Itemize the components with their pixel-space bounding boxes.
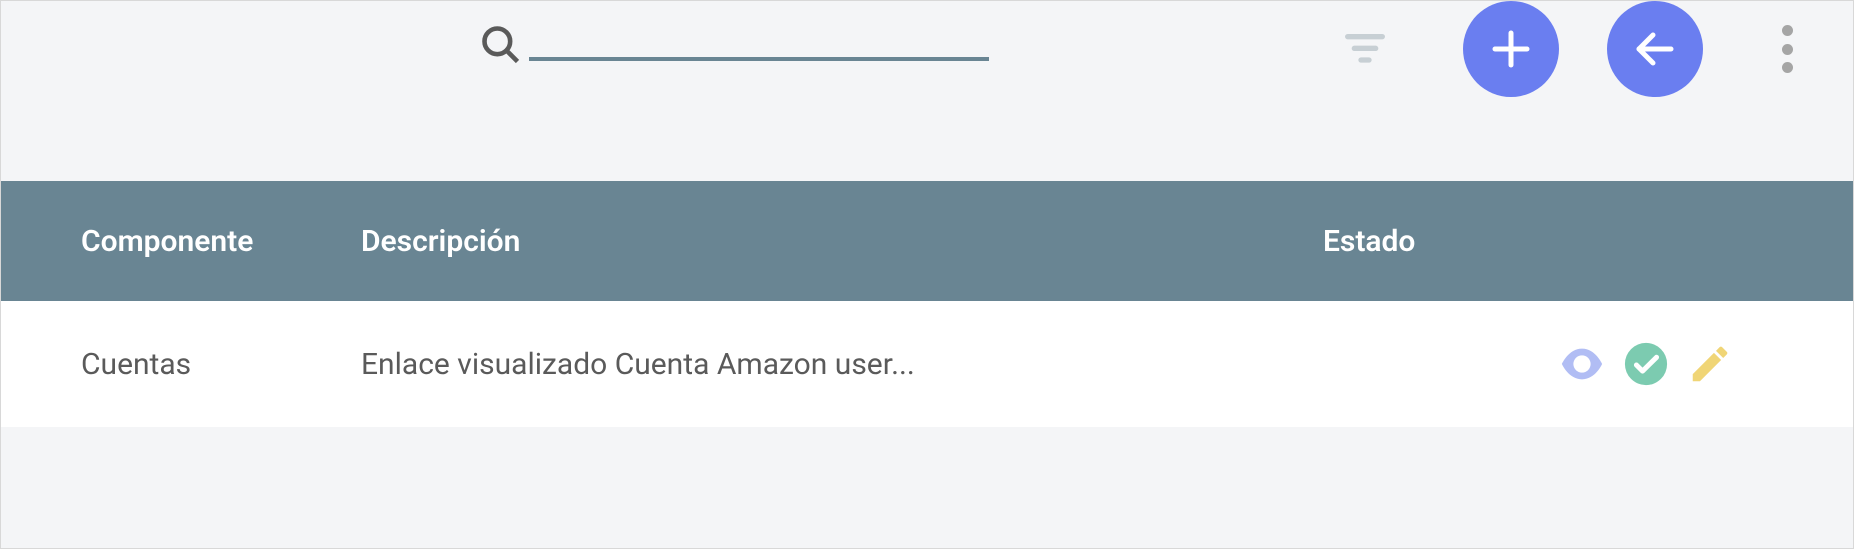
- filter-icon[interactable]: [1345, 32, 1385, 66]
- data-table: Componente Descripción Estado Cuentas En…: [1, 181, 1853, 457]
- header-descripcion: Descripción: [361, 224, 1323, 259]
- plus-icon: [1487, 25, 1535, 73]
- search-input[interactable]: [529, 9, 989, 61]
- check-circle-icon[interactable]: [1623, 341, 1669, 387]
- eye-icon[interactable]: [1559, 341, 1605, 387]
- cell-descripcion: Enlace visualizado Cuenta Amazon user...: [361, 347, 1323, 382]
- more-vertical-icon[interactable]: [1781, 25, 1793, 73]
- search-container: [479, 1, 989, 61]
- back-arrow-icon: [1631, 25, 1679, 73]
- table-row[interactable]: Cuentas Enlace visualizado Cuenta Amazon…: [1, 301, 1853, 427]
- cell-componente: Cuentas: [81, 347, 361, 382]
- toolbar: [1, 1, 1853, 181]
- table-footer: [1, 427, 1853, 457]
- search-icon: [479, 23, 523, 67]
- back-button[interactable]: [1607, 1, 1703, 97]
- header-estado: Estado: [1323, 224, 1773, 259]
- pencil-icon[interactable]: [1687, 341, 1733, 387]
- table-header: Componente Descripción Estado: [1, 181, 1853, 301]
- toolbar-actions: [1345, 1, 1793, 97]
- header-componente: Componente: [81, 224, 361, 259]
- add-button[interactable]: [1463, 1, 1559, 97]
- cell-estado: [1323, 341, 1773, 387]
